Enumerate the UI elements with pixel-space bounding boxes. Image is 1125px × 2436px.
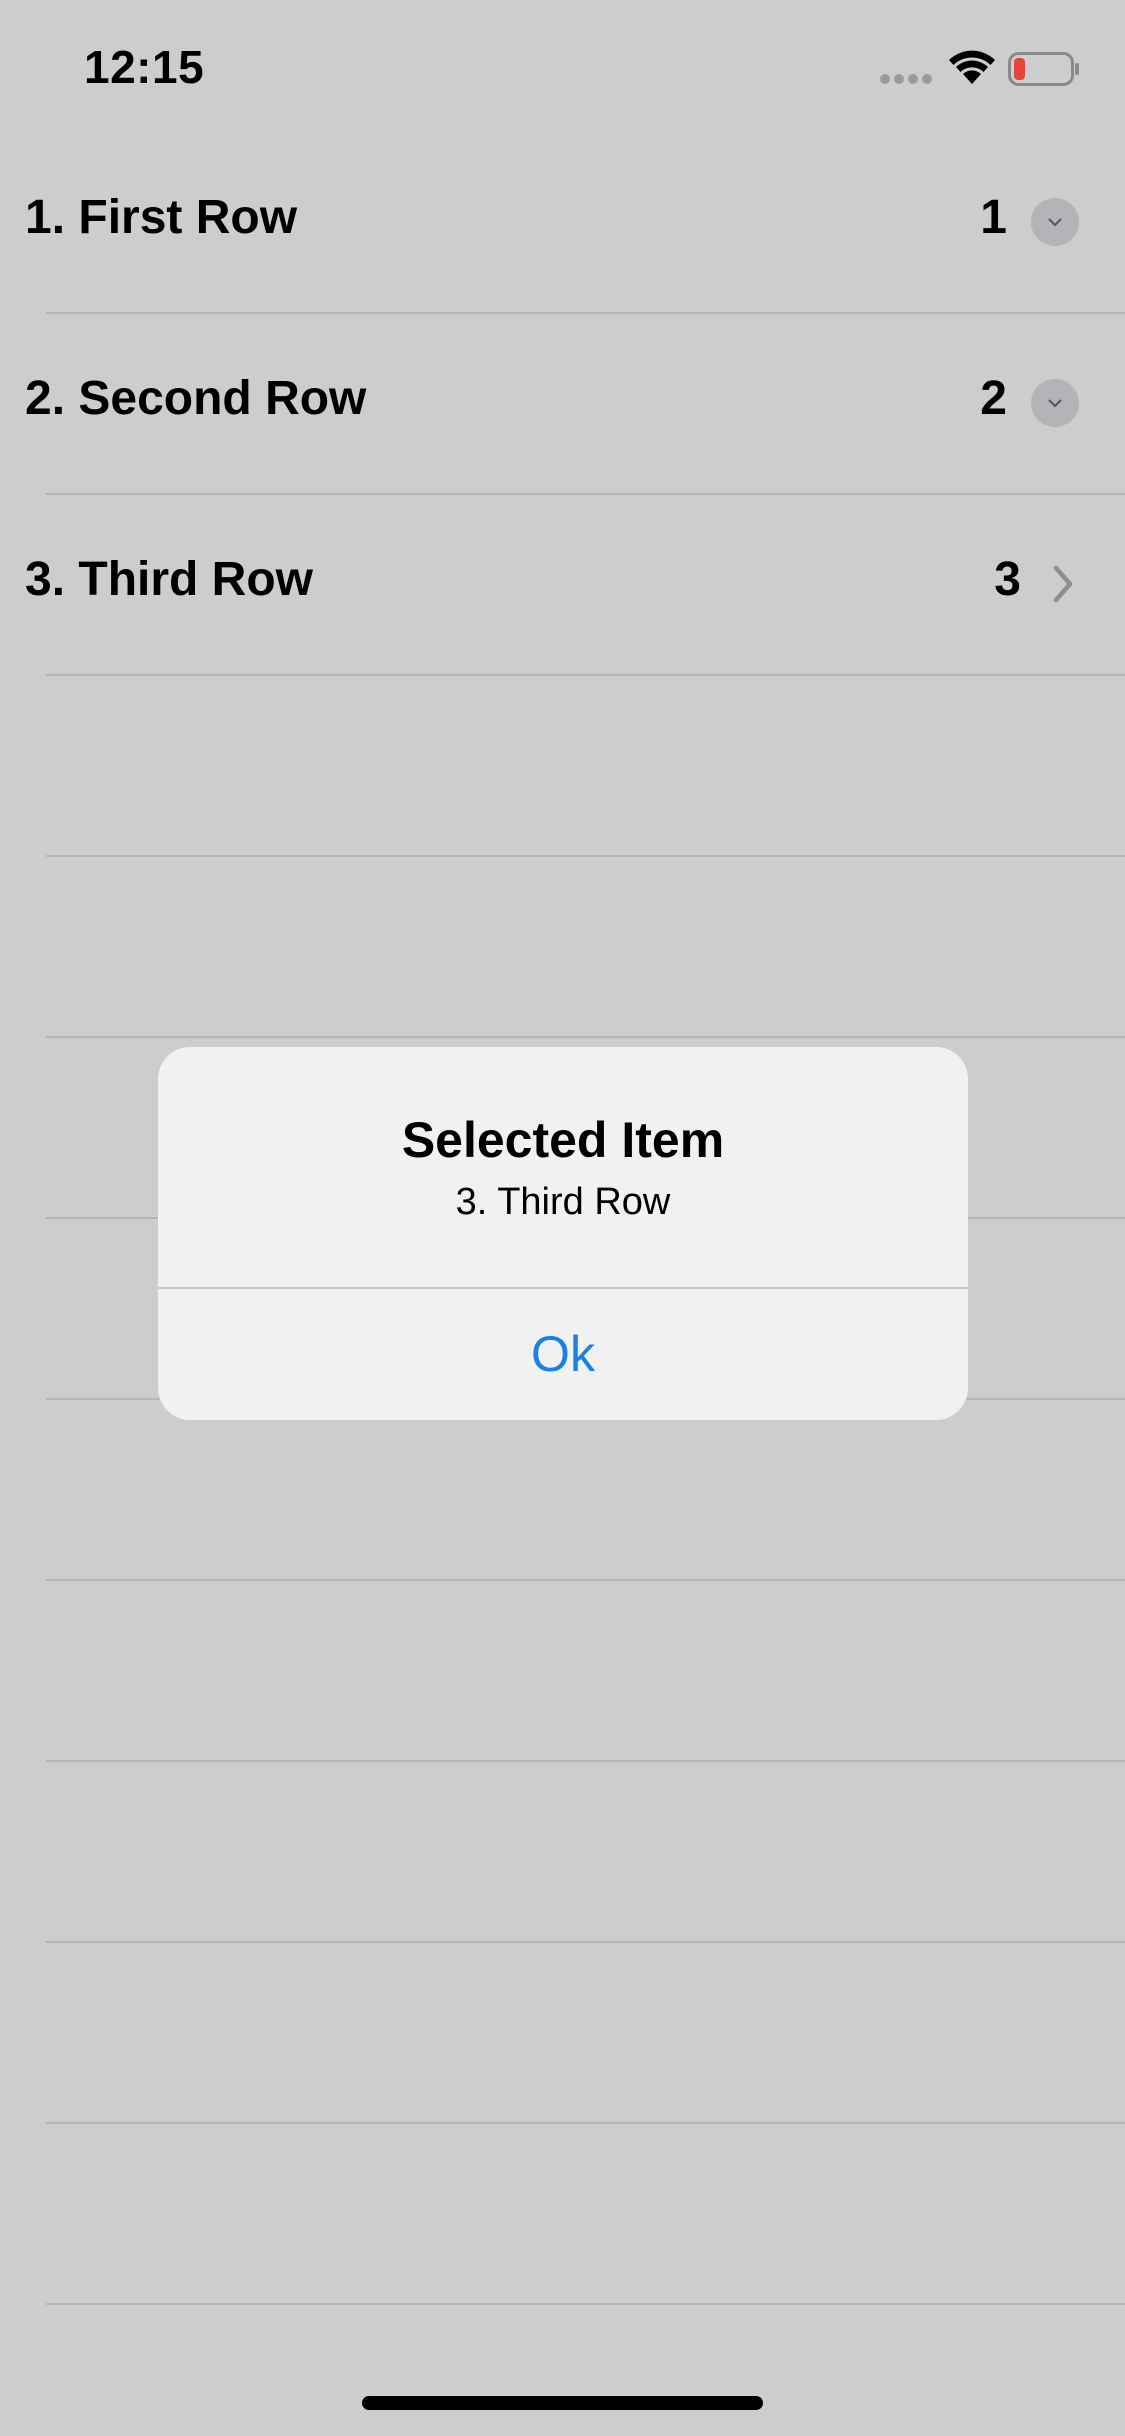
list-item-first-row[interactable]: 1. First Row 1 (0, 132, 1125, 313)
status-time: 12:15 (84, 41, 205, 93)
row-separator (46, 1036, 1125, 1038)
home-indicator[interactable] (362, 2396, 763, 2410)
alert-title: Selected Item (401, 1112, 725, 1168)
row-title: 1. First Row (25, 191, 298, 244)
row-value: 3 (994, 553, 1021, 606)
row-separator (46, 855, 1125, 857)
row-separator (46, 2122, 1125, 2124)
row-title: 2. Second Row (25, 372, 367, 425)
ok-button[interactable]: Ok (158, 1289, 968, 1420)
row-title: 3. Third Row (25, 553, 313, 606)
row-separator (46, 1760, 1125, 1762)
cellular-signal-icon (880, 74, 934, 84)
chevron-down-icon[interactable] (1031, 198, 1079, 246)
row-separator (46, 674, 1125, 676)
chevron-right-icon (1053, 565, 1073, 603)
alert-message: 3. Third Row (455, 1181, 671, 1223)
chevron-down-icon[interactable] (1031, 379, 1079, 427)
wifi-icon (949, 50, 995, 84)
screen: 12:15 1. First Row 1 2. Second Row 2 3. … (0, 0, 1125, 2436)
row-separator (46, 1579, 1125, 1581)
battery-icon (1008, 52, 1079, 86)
row-value: 1 (980, 191, 1007, 244)
status-bar: 12:15 (0, 0, 1125, 132)
row-separator (46, 2303, 1125, 2305)
row-value: 2 (980, 372, 1007, 425)
alert-dialog: Selected Item 3. Third Row Ok (158, 1047, 968, 1420)
row-separator (46, 1941, 1125, 1943)
list-item-third-row[interactable]: 3. Third Row 3 (0, 494, 1125, 675)
list-item-second-row[interactable]: 2. Second Row 2 (0, 313, 1125, 494)
